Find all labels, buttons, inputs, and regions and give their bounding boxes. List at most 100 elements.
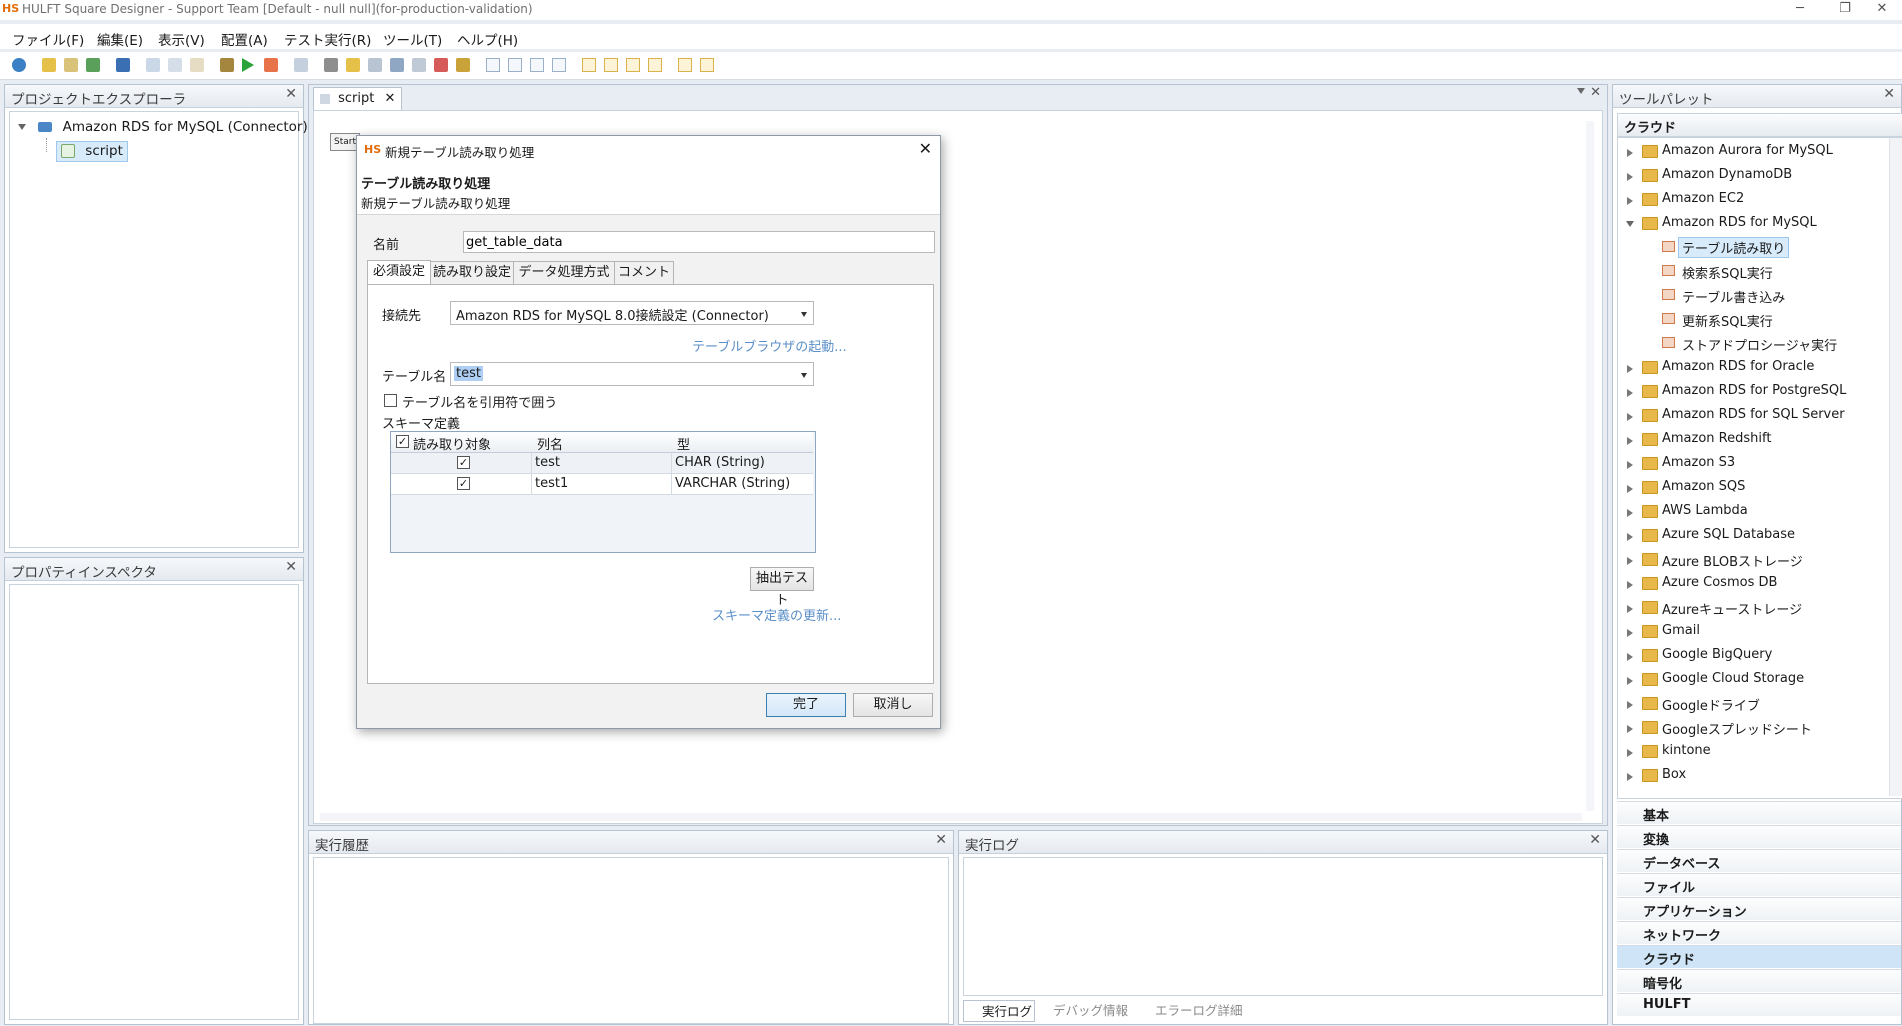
select-all-checkbox[interactable]: ✓ bbox=[396, 435, 409, 448]
tree-item-connector[interactable]: Amazon RDS for MySQL (Connector) bbox=[18, 119, 308, 135]
cancel-button[interactable]: 取消し bbox=[853, 693, 933, 717]
align-justify-icon[interactable] bbox=[552, 58, 566, 72]
expand-icon[interactable] bbox=[1627, 581, 1633, 589]
expand-icon[interactable] bbox=[1627, 605, 1633, 613]
extract-test-button[interactable]: 抽出テスト bbox=[750, 567, 814, 608]
expand-icon[interactable] bbox=[1627, 653, 1633, 661]
expand-icon[interactable] bbox=[1627, 773, 1633, 781]
close-window-button[interactable]: ✕ bbox=[1862, 0, 1902, 20]
cut-icon[interactable] bbox=[146, 58, 160, 72]
tab-comment[interactable]: コメント bbox=[614, 261, 674, 284]
save-icon[interactable] bbox=[116, 58, 130, 72]
new-project-icon[interactable] bbox=[42, 58, 56, 72]
align-middle-icon[interactable] bbox=[604, 58, 618, 72]
align-left-icon[interactable] bbox=[486, 58, 500, 72]
table-browser-link[interactable]: テーブルブラウザの起動... bbox=[692, 336, 847, 355]
stop-icon[interactable] bbox=[264, 58, 278, 72]
tab-execution-log[interactable]: 実行ログ bbox=[963, 1000, 1035, 1022]
tab-required-settings[interactable]: 必須設定 bbox=[367, 260, 431, 285]
schema-update-link[interactable]: スキーマ定義の更新... bbox=[712, 605, 841, 624]
bug-icon[interactable] bbox=[456, 58, 470, 72]
expand-icon[interactable] bbox=[1627, 485, 1633, 493]
palette-category[interactable]: データベース bbox=[1617, 849, 1901, 872]
document-icon[interactable] bbox=[368, 58, 382, 72]
close-icon[interactable]: ✕ bbox=[285, 86, 297, 102]
table-name-value[interactable]: test bbox=[454, 366, 483, 381]
palette-category[interactable]: 基本 bbox=[1617, 801, 1901, 824]
close-icon[interactable]: ✕ bbox=[1589, 832, 1601, 848]
expand-icon[interactable] bbox=[1627, 749, 1633, 757]
palette-category[interactable]: クラウド bbox=[1617, 945, 1901, 968]
tree-item-script[interactable]: script bbox=[56, 141, 128, 162]
wrench-icon[interactable] bbox=[324, 58, 338, 72]
copy-icon[interactable] bbox=[168, 58, 182, 72]
vertical-scrollbar[interactable] bbox=[1586, 121, 1594, 811]
back-icon[interactable] bbox=[12, 58, 26, 72]
open-icon[interactable] bbox=[86, 58, 100, 72]
run-icon[interactable] bbox=[242, 58, 254, 72]
horizontal-scrollbar[interactable] bbox=[320, 813, 1582, 821]
expand-icon[interactable] bbox=[1627, 149, 1633, 157]
tab-script[interactable]: script ✕ bbox=[313, 87, 403, 110]
close-tab-icon[interactable]: ✕ bbox=[385, 91, 396, 106]
expand-icon[interactable] bbox=[1627, 557, 1633, 565]
expand-icon[interactable] bbox=[1627, 533, 1633, 541]
connection-select[interactable]: Amazon RDS for MySQL 8.0接続設定 (Connector) bbox=[450, 301, 814, 325]
folder-icon[interactable] bbox=[346, 58, 360, 72]
align-center-icon[interactable] bbox=[508, 58, 522, 72]
row-read-checkbox[interactable]: ✓ bbox=[457, 456, 470, 469]
table-row[interactable]: ✓ test CHAR (String) bbox=[391, 453, 813, 474]
palette-section-header[interactable]: クラウド bbox=[1617, 113, 1902, 137]
expand-icon[interactable] bbox=[1627, 725, 1633, 733]
align-top-icon[interactable] bbox=[582, 58, 596, 72]
menu-edit[interactable]: 編集(E) bbox=[97, 29, 143, 49]
expand-icon[interactable] bbox=[18, 124, 26, 130]
tab-menu-icon[interactable] bbox=[1577, 88, 1585, 94]
grid-icon[interactable] bbox=[294, 58, 308, 72]
name-input[interactable] bbox=[463, 231, 935, 253]
tab-data-processing[interactable]: データ処理方式 bbox=[513, 261, 615, 284]
same-height-icon[interactable] bbox=[700, 58, 714, 72]
minimize-button[interactable]: ─ bbox=[1780, 0, 1820, 20]
menu-test-run[interactable]: テスト実行(R) bbox=[284, 29, 371, 49]
menu-file[interactable]: ファイル(F) bbox=[12, 29, 84, 49]
expand-icon[interactable] bbox=[1627, 509, 1633, 517]
expand-icon[interactable] bbox=[1627, 173, 1633, 181]
close-icon[interactable]: ✕ bbox=[1883, 86, 1895, 102]
palette-category[interactable]: ファイル bbox=[1617, 873, 1901, 896]
palette-category[interactable]: 暗号化 bbox=[1617, 969, 1901, 992]
expand-icon[interactable] bbox=[1627, 197, 1633, 205]
tab-error-log-detail[interactable]: エラーログ詳細 bbox=[1139, 1000, 1249, 1022]
collapse-icon[interactable] bbox=[1626, 221, 1634, 227]
same-width-icon[interactable] bbox=[678, 58, 692, 72]
palette-scrollbar[interactable] bbox=[1889, 138, 1902, 796]
table-name-combo[interactable]: test bbox=[450, 362, 814, 386]
tab-read-settings[interactable]: 読み取り設定 bbox=[430, 261, 514, 284]
calendar-icon[interactable] bbox=[434, 58, 448, 72]
search-icon[interactable] bbox=[390, 58, 404, 72]
tab-debug-info[interactable]: デバッグ情報 bbox=[1037, 1000, 1135, 1022]
new-script-icon[interactable] bbox=[64, 58, 78, 72]
ok-button[interactable]: 完了 bbox=[766, 693, 846, 717]
palette-category[interactable]: 変換 bbox=[1617, 825, 1901, 848]
close-icon[interactable]: ✕ bbox=[935, 832, 947, 848]
expand-icon[interactable] bbox=[1627, 701, 1633, 709]
distribute-icon[interactable] bbox=[648, 58, 662, 72]
palette-category[interactable]: アプリケーション bbox=[1617, 897, 1901, 920]
palette-category[interactable]: HULFT bbox=[1617, 993, 1901, 1016]
row-read-checkbox[interactable]: ✓ bbox=[457, 477, 470, 490]
close-icon[interactable]: ✕ bbox=[285, 559, 297, 575]
expand-icon[interactable] bbox=[1627, 389, 1633, 397]
expand-icon[interactable] bbox=[1627, 629, 1633, 637]
menu-help[interactable]: ヘルプ(H) bbox=[457, 29, 518, 49]
align-bottom-icon[interactable] bbox=[626, 58, 640, 72]
dialog-close-button[interactable]: ✕ bbox=[919, 139, 932, 158]
expand-icon[interactable] bbox=[1627, 365, 1633, 373]
menu-view[interactable]: 表示(V) bbox=[158, 29, 205, 49]
expand-icon[interactable] bbox=[1627, 413, 1633, 421]
quote-table-name-checkbox[interactable] bbox=[384, 394, 397, 407]
table-row[interactable]: ✓ test1 VARCHAR (String) bbox=[391, 474, 813, 495]
debug-icon[interactable] bbox=[220, 58, 234, 72]
align-right-icon[interactable] bbox=[530, 58, 544, 72]
expand-icon[interactable] bbox=[1627, 437, 1633, 445]
